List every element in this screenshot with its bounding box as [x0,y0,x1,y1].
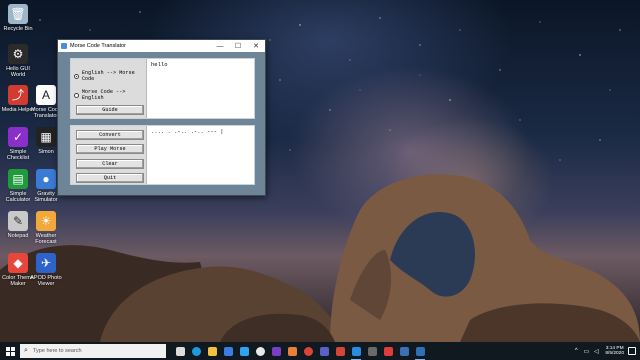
mode-column: English --> Morse Code Morse Code --> En… [71,59,147,118]
taskbar-store[interactable] [220,342,236,360]
taskbar-pdf[interactable] [380,342,396,360]
taskbar-python-idle[interactable] [412,342,428,360]
photos-icon [239,346,249,356]
taskbar-media-player[interactable] [252,342,268,360]
simon-game-icon: ▦ [36,127,56,147]
input-textbox[interactable]: hello [148,59,254,118]
app-icon [335,346,345,356]
calculator-icon: ▤ [8,169,28,189]
taskbar-edge[interactable] [188,342,204,360]
clock-date: 8/5/2020 [605,351,624,356]
file-manager-icon [367,346,377,356]
start-button[interactable] [0,342,20,360]
taskbar-search-box[interactable]: ⌕ Type here to search [20,344,166,358]
play-morse-button[interactable]: Play Morse [76,144,144,154]
vscode-icon [351,346,361,356]
quit-button[interactable]: Quit [76,173,144,183]
taskbar-chrome[interactable] [300,342,316,360]
chrome-icon [303,346,313,356]
search-icon: ⌕ [24,347,28,354]
apod-rocket-icon: ✈ [36,253,56,273]
guide-button[interactable]: Guide [76,105,144,115]
store-icon [223,346,233,356]
output-textbox[interactable]: .... . .-.. .-.. --- | [148,126,254,184]
media-helper-icon: ⤴ [8,85,28,105]
python-app-icon: ⚙ [8,44,28,64]
app-feather-icon [61,43,67,49]
clear-button[interactable]: Clear [76,159,144,169]
taskbar-terminal[interactable] [396,342,412,360]
radio-indicator[interactable] [74,92,79,98]
morse-translator-window: Morse Code Translator — ☐ ✕ English --> … [57,39,266,196]
window-title: Morse Code Translator [70,43,126,49]
taskbar-onenote[interactable] [268,342,284,360]
taskbar-vscode[interactable] [348,342,364,360]
recycle-bin-icon: 🗑 [8,4,28,24]
taskbar-file-manager[interactable] [364,342,380,360]
taskbar: ⌕ Type here to search ^ ▭ ◁ 3:14 PM 8/5/… [0,342,640,360]
taskbar-task-view[interactable] [172,342,188,360]
pdf-icon [383,346,393,356]
checklist-icon: ✓ [8,127,28,147]
chevron-up-icon[interactable]: ^ [571,348,581,354]
window-titlebar[interactable]: Morse Code Translator — ☐ ✕ [58,40,265,52]
radio-selected-indicator[interactable] [74,73,79,79]
weather-forecast-icon: ☀ [36,211,56,231]
color-theme-icon: ◆ [8,253,28,273]
radio-morse-to-english[interactable]: Morse Code --> English [74,89,146,101]
taskbar-pinned-apps [172,342,428,360]
system-tray: ^ ▭ ◁ 3:14 PM 8/5/2020 [571,342,636,360]
taskbar-teams[interactable] [316,342,332,360]
radio-english-to-morse[interactable]: English --> Morse Code [74,70,146,82]
convert-button[interactable]: Convert [76,130,144,140]
teams-icon [319,346,329,356]
media-player-icon [255,346,265,356]
edge-browser-icon [191,346,201,356]
taskbar-file-explorer[interactable] [204,342,220,360]
morse-translator-icon: A [36,85,56,105]
input-panel: English --> Morse Code Morse Code --> En… [70,58,255,119]
network-icon[interactable]: ▭ [581,348,591,355]
close-button[interactable]: ✕ [247,40,265,52]
desktop-icon-weather-forecast[interactable]: ☀ Weather Forecast [28,211,64,245]
taskbar-clock[interactable]: 3:14 PM 8/5/2020 [605,346,624,357]
volume-icon[interactable]: ◁ [591,348,601,355]
notepad-icon: ✎ [8,211,28,231]
taskbar-photos[interactable] [236,342,252,360]
desktop-icon-apod-photo-viewer[interactable]: ✈ APOD Photo Viewer [28,253,64,287]
maximize-button[interactable]: ☐ [229,40,247,52]
python-idle-icon [415,346,425,356]
terminal-icon [399,346,409,356]
windows-logo-icon [5,346,15,356]
output-panel: Convert Play Morse Clear Quit .... . .-.… [70,125,255,185]
notification-center-icon[interactable] [628,347,636,355]
minimize-button[interactable]: — [211,40,229,52]
task-view-icon [175,346,185,356]
desktop-icon-hello-gui-world[interactable]: ⚙ Hello GUI World [0,44,36,78]
taskbar-photo-app[interactable] [284,342,300,360]
taskbar-app[interactable] [332,342,348,360]
file-explorer-icon [207,346,217,356]
onenote-icon [271,346,281,356]
desktop-icon-recycle-bin[interactable]: 🗑 Recycle Bin [0,4,36,32]
actions-column: Convert Play Morse Clear Quit [71,126,147,184]
search-placeholder: Type here to search [33,348,82,354]
photo-app-icon [287,346,297,356]
gravity-simulator-icon: ● [36,169,56,189]
